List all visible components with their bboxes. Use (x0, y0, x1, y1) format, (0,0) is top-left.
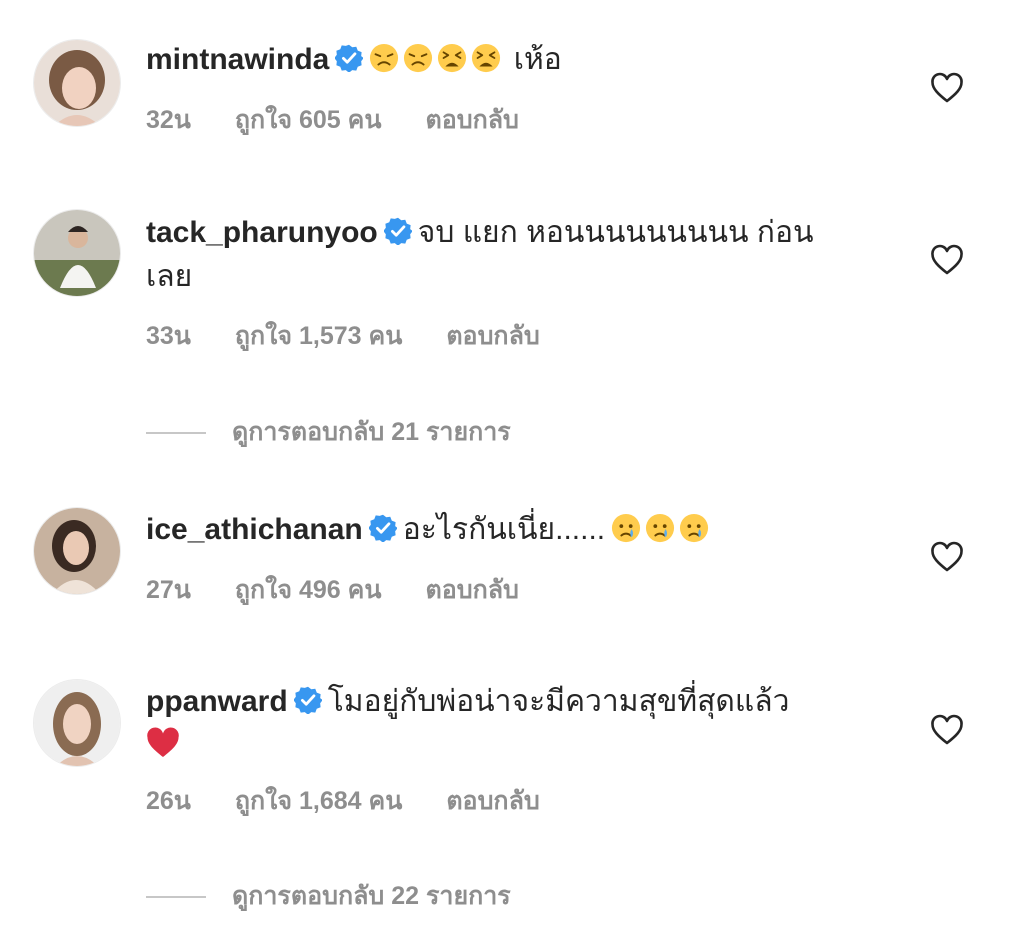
comment-time: 32น (146, 106, 191, 134)
comment-text-line2: เลย (146, 260, 193, 293)
username[interactable]: mintnawinda (146, 43, 329, 76)
like-count[interactable]: ถูกใจ 496 คน (235, 576, 382, 604)
comment-time: 27น (146, 576, 191, 604)
crying-face-emoji-icon (611, 513, 641, 543)
like-heart-icon[interactable] (930, 72, 964, 104)
like-count[interactable]: ถูกใจ 1,684 คน (235, 787, 402, 815)
like-heart-icon[interactable] (930, 541, 964, 573)
reply-button[interactable]: ตอบกลับ (425, 576, 518, 604)
reply-button[interactable]: ตอบกลับ (446, 787, 539, 815)
divider-line (146, 432, 206, 435)
view-replies-label: ดูการตอบกลับ 22 รายการ (232, 882, 511, 910)
reply-button[interactable]: ตอบกลับ (425, 106, 518, 134)
verified-badge-icon (335, 44, 363, 72)
avatar[interactable] (34, 680, 120, 766)
view-replies-label: ดูการตอบกลับ 21 รายการ (232, 418, 511, 446)
comment-text: อะไรกันเนี่ย...... (402, 513, 606, 546)
verified-badge-icon (369, 514, 397, 542)
avatar[interactable] (34, 40, 120, 126)
disappointed-face-emoji-icon (403, 43, 433, 73)
view-replies-button[interactable]: ดูการตอบกลับ 21 รายการ (146, 412, 511, 452)
tired-face-emoji-icon (437, 43, 467, 73)
like-heart-icon[interactable] (930, 244, 964, 276)
avatar[interactable] (34, 210, 120, 296)
disappointed-face-emoji-icon (369, 43, 399, 73)
red-heart-emoji-icon (146, 727, 180, 759)
like-count[interactable]: ถูกใจ 1,573 คน (235, 322, 402, 350)
tired-face-emoji-icon (471, 43, 501, 73)
like-heart-icon[interactable] (930, 714, 964, 746)
reply-button[interactable]: ตอบกลับ (446, 322, 539, 350)
username[interactable]: ice_athichanan (146, 513, 363, 546)
username[interactable]: tack_pharunyoo (146, 216, 378, 249)
verified-badge-icon (384, 217, 412, 245)
like-count[interactable]: ถูกใจ 605 คน (235, 106, 382, 134)
avatar[interactable] (34, 508, 120, 594)
username[interactable]: ppanward (146, 685, 288, 718)
comment-time: 33น (146, 322, 191, 350)
comment-text: โมอยู่กับพ่อน่าจะมีความสุขที่สุดแล้ว (327, 685, 790, 718)
crying-face-emoji-icon (679, 513, 709, 543)
comment-text: เห้อ (513, 43, 562, 76)
comment-time: 26น (146, 787, 191, 815)
view-replies-button[interactable]: ดูการตอบกลับ 22 รายการ (146, 876, 511, 916)
divider-line (146, 896, 206, 899)
verified-badge-icon (294, 686, 322, 714)
crying-face-emoji-icon (645, 513, 675, 543)
comment-text: จบ แยก หอนนนนนนนนน ก่อน (417, 216, 814, 249)
